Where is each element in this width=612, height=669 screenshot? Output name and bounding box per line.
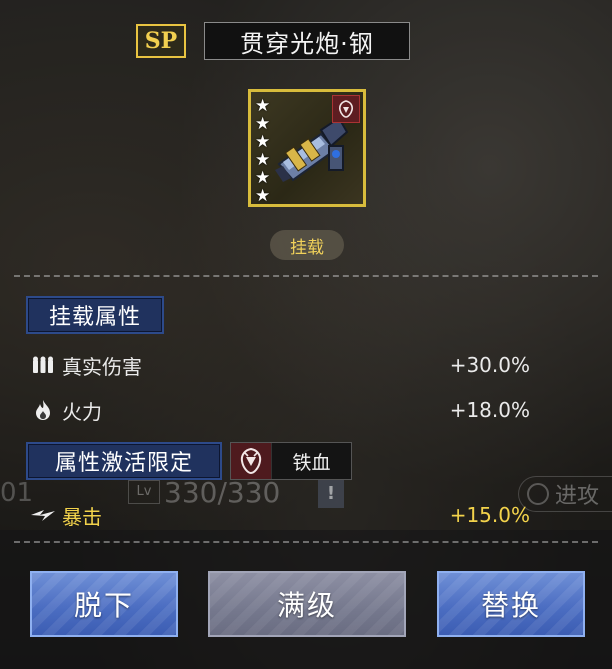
cannon-icon [269, 110, 353, 198]
iron-blood-emblem-icon [332, 95, 360, 123]
crit-icon [30, 503, 56, 527]
stat-value: +15.0% [449, 503, 530, 527]
star-icon: ★ [255, 96, 271, 116]
bg-advance-icon [527, 483, 549, 505]
bg-advance-label: 进攻 [555, 484, 600, 509]
equipment-detail-panel: 01 Lv 330/330 ! 进攻 SP 贯穿光炮·钢 ★ ★ ★ ★ ★ ★… [0, 0, 612, 669]
star-icon: ★ [255, 186, 271, 206]
unequip-button[interactable]: 脱下 [30, 571, 178, 637]
star-icon: ★ [255, 150, 271, 170]
rarity-badge: SP [136, 24, 186, 58]
bg-advance-button: 进攻 [518, 476, 612, 512]
stat-label: 火力 [62, 399, 102, 424]
section-mount-attributes: 挂载属性 [26, 296, 164, 334]
item-type-pill: 挂载 [270, 230, 344, 260]
divider [14, 275, 598, 277]
stat-row-firepower: 火力 +18.0% [30, 395, 530, 425]
max-level-button[interactable]: 满级 [208, 571, 406, 637]
iron-blood-emblem-icon [231, 443, 272, 479]
stat-value: +18.0% [449, 398, 530, 422]
faction-tag: 铁血 [230, 442, 352, 480]
item-name: 贯穿光炮·钢 [204, 22, 410, 60]
replace-button[interactable]: 替换 [437, 571, 585, 637]
faction-name: 铁血 [292, 451, 331, 474]
stat-label: 暴击 [62, 504, 102, 529]
star-icon: ★ [255, 132, 271, 152]
ammo-icon [30, 353, 56, 377]
stat-value: +30.0% [449, 353, 530, 377]
star-rating: ★ ★ ★ ★ ★ ★ [255, 98, 270, 205]
stat-label: 真实伤害 [62, 354, 142, 379]
star-icon: ★ [255, 168, 271, 188]
section-activation-limit: 属性激活限定 [26, 442, 222, 480]
bg-id-fragment: 01 [0, 478, 34, 508]
stat-row-crit: 暴击 +15.0% [30, 500, 530, 530]
star-icon: ★ [255, 114, 271, 134]
fire-icon [30, 398, 56, 422]
item-icon-frame[interactable]: ★ ★ ★ ★ ★ ★ [248, 89, 366, 207]
divider [14, 541, 598, 543]
stat-row-true-damage: 真实伤害 +30.0% [30, 350, 530, 380]
